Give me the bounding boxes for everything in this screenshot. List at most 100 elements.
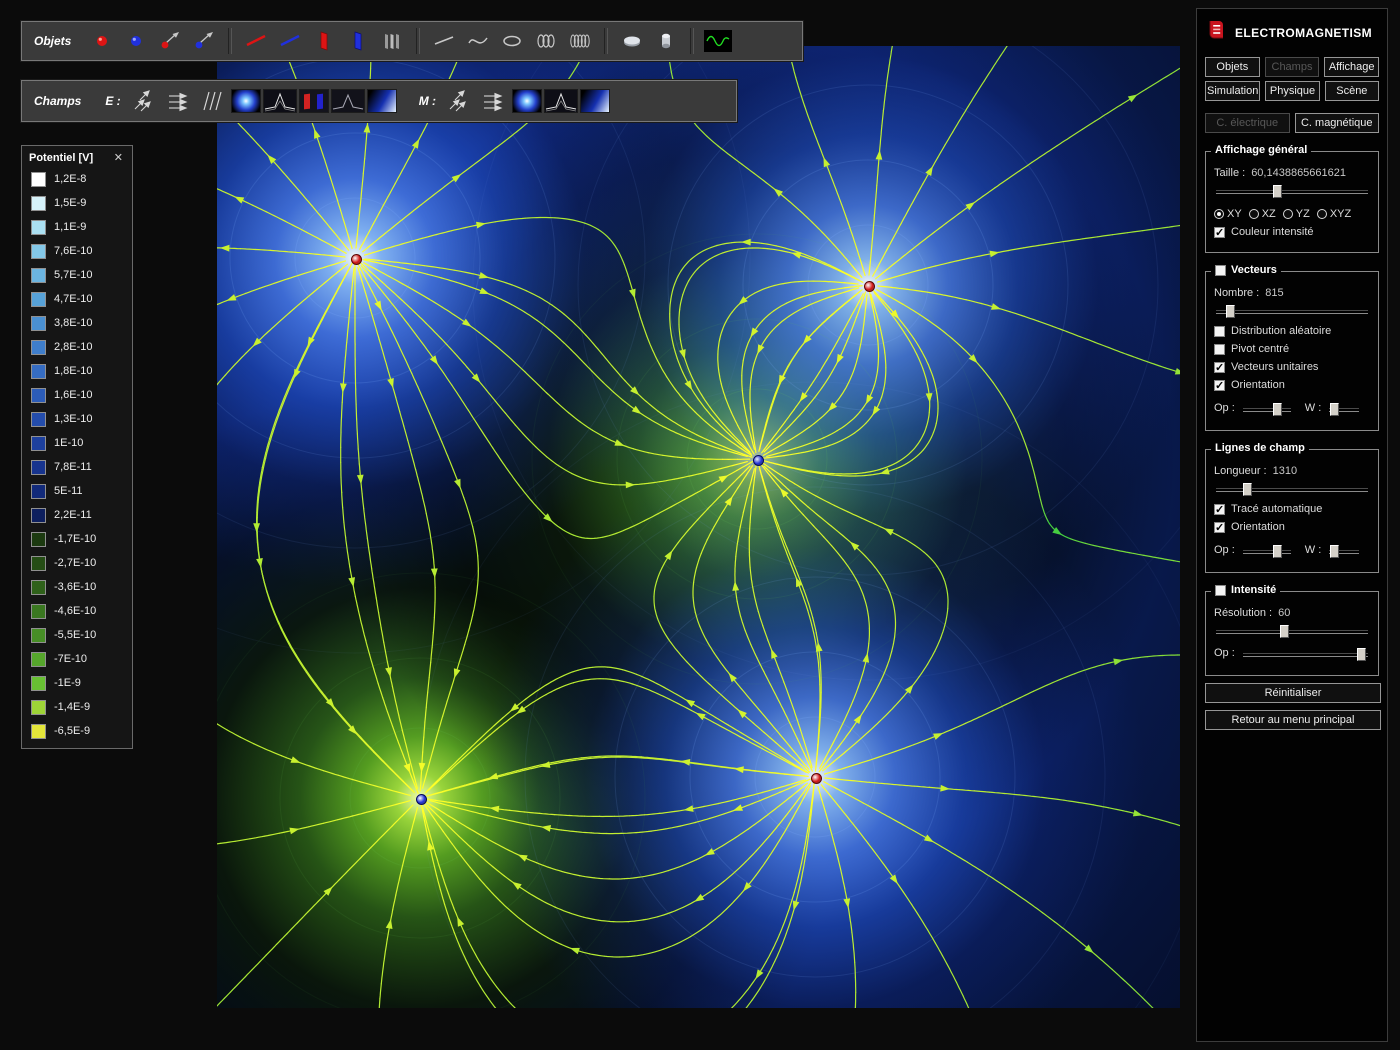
negative-point-charge-icon[interactable] [121, 27, 151, 55]
current-loop-icon[interactable] [497, 27, 527, 55]
positive-charge-marker[interactable] [351, 254, 362, 265]
positive-plate-icon[interactable] [309, 27, 339, 55]
m-gradient-map-icon[interactable] [580, 87, 610, 115]
legend-value-label: 2,2E-11 [54, 509, 92, 521]
slider-thumb[interactable] [1273, 185, 1282, 198]
nav-button-simulation[interactable]: Simulation [1205, 81, 1260, 101]
reinitialiser-button[interactable]: Réinitialiser [1205, 683, 1381, 703]
legend-close-button[interactable]: ✕ [112, 151, 125, 164]
slider-track[interactable] [1243, 550, 1291, 554]
negative-charge-marker[interactable] [416, 794, 427, 805]
m-uniform-arrows-icon[interactable] [478, 87, 508, 115]
m-surface-plot-icon[interactable] [546, 87, 576, 115]
e-uniform-arrows-icon[interactable] [163, 87, 193, 115]
vecteurs-checkbox-distribution-al-atoire[interactable]: Distribution aléatoire [1214, 325, 1370, 337]
nombre-slider[interactable] [1214, 304, 1370, 319]
straight-wire-icon[interactable] [429, 27, 459, 55]
e-surface-plot-alt-icon[interactable] [333, 87, 363, 115]
couleur-intensite-checkbox[interactable]: Couleur intensité [1214, 226, 1370, 238]
slider-thumb[interactable] [1226, 305, 1235, 318]
slider-track[interactable] [1216, 488, 1368, 492]
nav-button-physique[interactable]: Physique [1265, 81, 1319, 101]
negative-charge-marker[interactable] [753, 455, 764, 466]
vecteurs-enable-checkbox[interactable] [1215, 265, 1226, 276]
checkbox-box[interactable] [1214, 326, 1225, 337]
slider-thumb[interactable] [1280, 625, 1289, 638]
slider-track[interactable] [1216, 630, 1368, 634]
vecteurs-checkbox-pivot-centr-[interactable]: Pivot centré [1214, 343, 1370, 355]
slider-track[interactable] [1243, 653, 1368, 657]
checkbox-box[interactable] [1214, 380, 1225, 391]
positive-line-charge-icon[interactable] [241, 27, 271, 55]
capacitor-icon[interactable] [377, 27, 407, 55]
solenoid-icon[interactable] [531, 27, 561, 55]
nombre-value: 815 [1265, 287, 1283, 299]
checkbox-box[interactable] [1214, 344, 1225, 355]
negative-plate-icon[interactable] [343, 27, 373, 55]
e-surface-plot-icon[interactable] [265, 87, 295, 115]
lignes-op-slider[interactable] [1241, 544, 1293, 559]
slider-thumb[interactable] [1243, 483, 1252, 496]
e-vector-field-icon[interactable] [129, 87, 159, 115]
tab-champ-magnetique[interactable]: C. magnétique [1295, 113, 1380, 133]
lignes-checkbox-trac--automatique[interactable]: Tracé automatique [1214, 503, 1370, 515]
nav-button-scne[interactable]: Scène [1325, 81, 1379, 101]
m-glow-map-icon[interactable] [512, 87, 542, 115]
vecteurs-w-slider[interactable] [1327, 402, 1361, 417]
disc-magnet-icon[interactable] [617, 27, 647, 55]
curved-wire-icon[interactable] [463, 27, 493, 55]
slider-track[interactable] [1216, 190, 1368, 194]
resolution-slider[interactable] [1214, 624, 1370, 639]
e-gradient-map-icon[interactable] [367, 87, 397, 115]
checkbox-box[interactable] [1214, 227, 1225, 238]
checkbox-box[interactable] [1214, 362, 1225, 373]
vecteurs-op-w-row: Op :W : [1214, 397, 1370, 419]
positive-charge-marker[interactable] [811, 773, 822, 784]
slider-thumb[interactable] [1330, 403, 1339, 416]
vecteurs-op-slider[interactable] [1241, 402, 1293, 417]
nav-button-objets[interactable]: Objets [1205, 57, 1260, 77]
moving-negative-charge-icon[interactable] [189, 27, 219, 55]
positive-charge-marker[interactable] [864, 281, 875, 292]
slider-track[interactable] [1243, 408, 1291, 412]
vecteurs-checkbox-vecteurs-unitaires[interactable]: Vecteurs unitaires [1214, 361, 1370, 373]
longueur-slider[interactable] [1214, 482, 1370, 497]
radio-dot[interactable] [1283, 209, 1293, 219]
e-glow-map-icon[interactable] [231, 87, 261, 115]
plane-radio-xz[interactable]: XZ [1249, 208, 1276, 220]
checkbox-box[interactable] [1214, 522, 1225, 533]
slider-track[interactable] [1216, 310, 1368, 314]
radio-dot[interactable] [1214, 209, 1224, 219]
tight-solenoid-icon[interactable] [565, 27, 595, 55]
e-charge-plates-icon[interactable] [299, 87, 329, 115]
plane-radio-yz[interactable]: YZ [1283, 208, 1310, 220]
negative-line-charge-icon[interactable] [275, 27, 305, 55]
radio-dot[interactable] [1317, 209, 1327, 219]
e-field-lines-icon[interactable] [197, 87, 227, 115]
vecteurs-checkbox-orientation[interactable]: Orientation [1214, 379, 1370, 391]
slider-thumb[interactable] [1273, 545, 1282, 558]
simulation-canvas[interactable] [217, 46, 1180, 1008]
retour-menu-button[interactable]: Retour au menu principal [1205, 710, 1381, 730]
legend-color-swatch [31, 388, 46, 403]
slider-thumb[interactable] [1330, 545, 1339, 558]
radio-dot[interactable] [1249, 209, 1259, 219]
taille-slider[interactable] [1214, 184, 1370, 199]
lignes-w-label: W : [1305, 544, 1322, 556]
checkbox-box[interactable] [1214, 504, 1225, 515]
slider-thumb[interactable] [1273, 403, 1282, 416]
slider-thumb[interactable] [1357, 648, 1366, 661]
intensite-enable-checkbox[interactable] [1215, 585, 1226, 596]
intensite-op-slider[interactable] [1241, 647, 1370, 662]
positive-point-charge-icon[interactable] [87, 27, 117, 55]
potential-legend-panel: Potentiel [V] ✕ 1,2E-81,5E-91,1E-97,6E-1… [21, 145, 133, 749]
ac-source-icon[interactable] [703, 27, 733, 55]
nav-button-affichage[interactable]: Affichage [1324, 57, 1379, 77]
lignes-checkbox-orientation[interactable]: Orientation [1214, 521, 1370, 533]
m-vector-field-icon[interactable] [444, 87, 474, 115]
lignes-w-slider[interactable] [1327, 544, 1361, 559]
moving-positive-charge-icon[interactable] [155, 27, 185, 55]
plane-radio-xy[interactable]: XY [1214, 208, 1242, 220]
plane-radio-xyz[interactable]: XYZ [1317, 208, 1351, 220]
cylinder-magnet-icon[interactable] [651, 27, 681, 55]
